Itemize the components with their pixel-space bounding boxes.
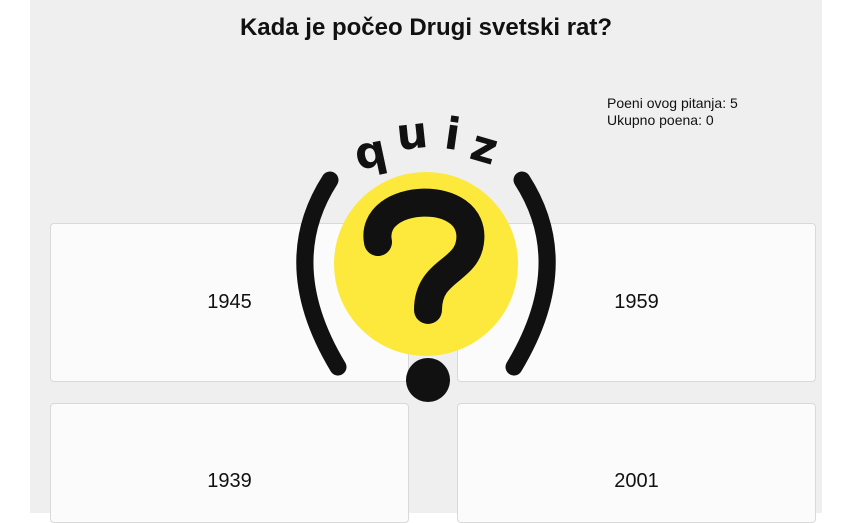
total-points: Ukupno poena: 0 [607, 112, 714, 128]
svg-text:q: q [350, 124, 391, 180]
quiz-wordmark: q u i z [350, 107, 504, 181]
svg-text:z: z [465, 120, 504, 176]
answer-label: 1945 [207, 291, 252, 313]
right-bracket-icon [505, 171, 556, 376]
answer-label: 1959 [614, 291, 659, 313]
answer-label: 2001 [614, 470, 659, 492]
answer-label: 1939 [207, 470, 252, 492]
left-bracket-icon [296, 171, 347, 376]
quiz-logo: q u i z [296, 107, 556, 402]
svg-text:i: i [441, 108, 463, 161]
answer-button-3[interactable]: 1939 [50, 403, 409, 523]
question-title: Kada je počeo Drugi svetski rat? [239, 14, 613, 41]
question-points: Poeni ovog pitanja: 5 [607, 95, 738, 111]
answer-button-4[interactable]: 2001 [457, 403, 816, 523]
score-box: Poeni ovog pitanja: 5 Ukupno poena: 0 [607, 95, 738, 129]
svg-text:u: u [394, 107, 430, 161]
